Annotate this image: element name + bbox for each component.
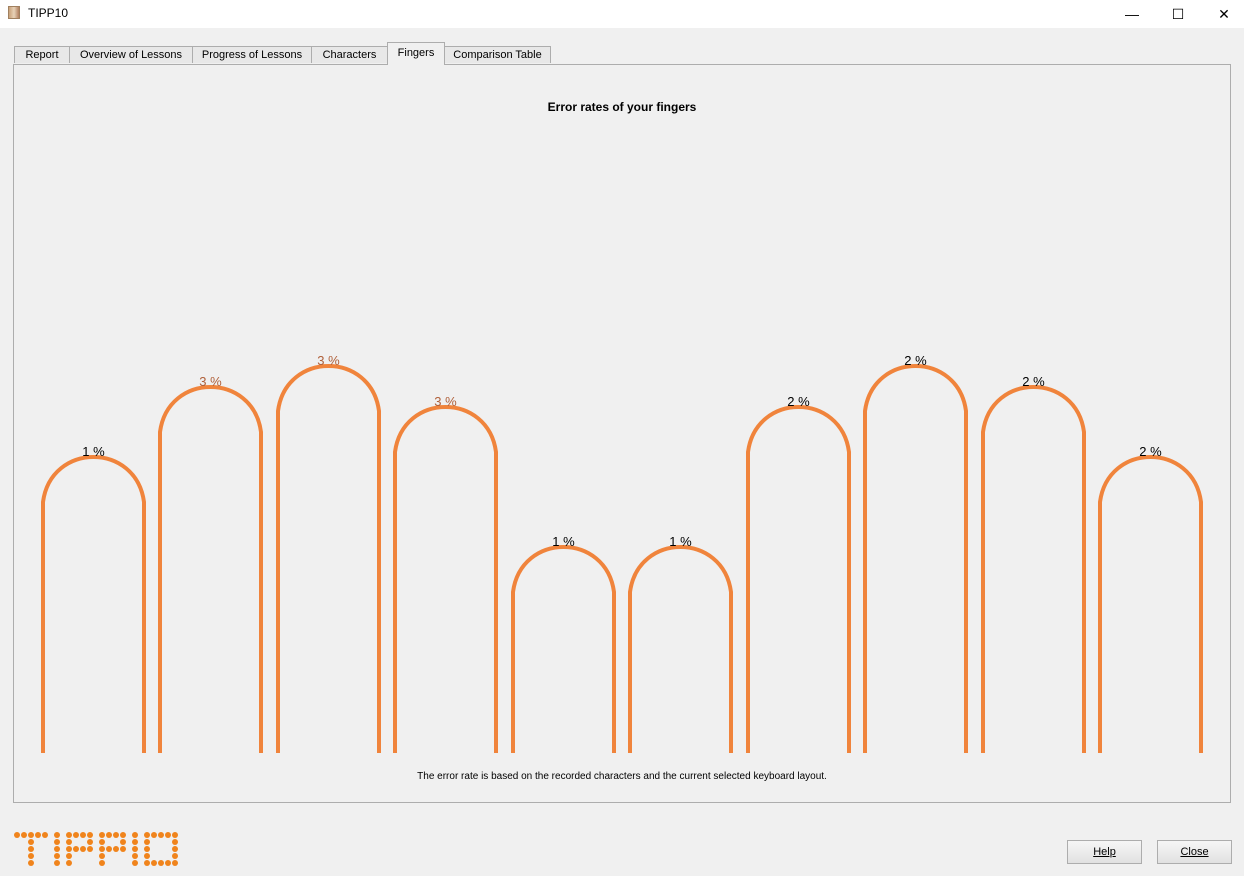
help-button[interactable]: Help (1067, 840, 1142, 864)
logo-dot (120, 832, 126, 838)
logo-dot (66, 853, 72, 859)
tab-characters[interactable]: Characters (311, 46, 388, 63)
app-icon (8, 6, 20, 19)
logo-dot (113, 846, 119, 852)
logo-dot (106, 832, 112, 838)
title-bar: TIPP10 — ☐ ✕ (0, 0, 1244, 28)
tipp10-logo (14, 832, 178, 866)
close-button[interactable]: Close (1157, 840, 1232, 864)
logo-dot (132, 853, 138, 859)
logo-dot (99, 853, 105, 859)
finger-shape (1098, 455, 1203, 753)
logo-dot (66, 832, 72, 838)
finger-error-label: 3 % (434, 394, 457, 409)
finger-error-label: 1 % (669, 534, 692, 549)
finger-shape (276, 364, 381, 753)
logo-dot (144, 853, 150, 859)
footnote: The error rate is based on the recorded … (417, 771, 827, 782)
logo-dot (54, 839, 60, 845)
finger-error-label: 3 % (199, 374, 222, 389)
logo-dot (172, 832, 178, 838)
logo-dot (132, 846, 138, 852)
logo-dot (165, 860, 171, 866)
finger-shape (981, 385, 1086, 753)
logo-dot (42, 832, 48, 838)
logo-dot (21, 832, 27, 838)
logo-dot (14, 832, 20, 838)
logo-dot (28, 853, 34, 859)
logo-dot (144, 839, 150, 845)
logo-dot (28, 839, 34, 845)
minimize-icon[interactable]: — (1109, 0, 1155, 28)
logo-dot (172, 860, 178, 866)
logo-dot (120, 846, 126, 852)
logo-dot (66, 839, 72, 845)
logo-dot (158, 832, 164, 838)
logo-dot (28, 860, 34, 866)
finger-shape (746, 405, 851, 753)
logo-dot (99, 846, 105, 852)
logo-dot (54, 860, 60, 866)
maximize-icon[interactable]: ☐ (1155, 0, 1201, 28)
logo-dot (106, 846, 112, 852)
finger-error-label: 2 % (787, 394, 810, 409)
finger-shape (628, 545, 733, 753)
logo-dot (132, 839, 138, 845)
logo-dot (172, 853, 178, 859)
logo-dot (66, 860, 72, 866)
logo-dot (99, 860, 105, 866)
tab-overview-of-lessons[interactable]: Overview of Lessons (69, 46, 193, 63)
logo-dot (66, 846, 72, 852)
logo-dot (54, 853, 60, 859)
finger-error-label: 2 % (1022, 374, 1045, 389)
logo-dot (87, 839, 93, 845)
tab-fingers[interactable]: Fingers (387, 42, 445, 65)
finger-shape (511, 545, 616, 753)
logo-dot (54, 832, 60, 838)
tab-report[interactable]: Report (14, 46, 70, 63)
finger-shape (158, 385, 263, 753)
logo-dot (172, 846, 178, 852)
tab-comparison-table[interactable]: Comparison Table (444, 46, 551, 63)
finger-shape (393, 405, 498, 753)
logo-dot (132, 860, 138, 866)
logo-dot (120, 839, 126, 845)
logo-dot (73, 846, 79, 852)
finger-error-label: 1 % (82, 444, 105, 459)
logo-dot (144, 860, 150, 866)
finger-error-label: 3 % (317, 353, 340, 368)
finger-error-label: 1 % (552, 534, 575, 549)
tab-progress-of-lessons[interactable]: Progress of Lessons (192, 46, 312, 63)
logo-dot (165, 832, 171, 838)
close-icon[interactable]: ✕ (1201, 0, 1244, 28)
finger-error-label: 2 % (1139, 444, 1162, 459)
logo-dot (151, 832, 157, 838)
logo-dot (132, 832, 138, 838)
fingers-chart: 1 % 3 % 3 % 3 % 1 % 1 % 2 % 2 % 2 % 2 % (41, 353, 1203, 753)
logo-dot (73, 832, 79, 838)
logo-dot (28, 832, 34, 838)
logo-dot (87, 832, 93, 838)
logo-dot (113, 832, 119, 838)
logo-dot (151, 860, 157, 866)
logo-dot (99, 832, 105, 838)
logo-dot (80, 832, 86, 838)
logo-dot (35, 832, 41, 838)
logo-dot (99, 839, 105, 845)
logo-dot (158, 860, 164, 866)
logo-dot (144, 832, 150, 838)
logo-dot (54, 846, 60, 852)
finger-error-label: 2 % (904, 353, 927, 368)
logo-dot (80, 846, 86, 852)
window-title: TIPP10 (28, 6, 69, 20)
logo-dot (87, 846, 93, 852)
fingers-panel: Error rates of your fingers 1 % 3 % 3 % 3 %… (13, 64, 1231, 803)
finger-shape (863, 364, 968, 753)
finger-shape (41, 455, 146, 753)
logo-dot (28, 846, 34, 852)
logo-dot (172, 839, 178, 845)
logo-dot (144, 846, 150, 852)
